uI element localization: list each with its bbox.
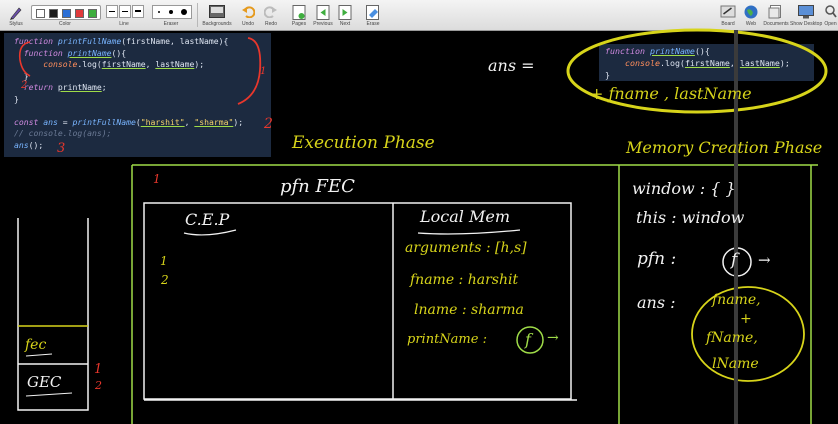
execution-phase-heading: Execution Phase bbox=[292, 133, 435, 153]
localmem-underline bbox=[417, 229, 521, 235]
gec-underline bbox=[25, 392, 73, 397]
gec-pfn: pfn : bbox=[637, 249, 677, 269]
tick-mark-1: 1 bbox=[153, 172, 161, 186]
pfn-f-icon: f bbox=[731, 250, 738, 270]
red-bracket-outer bbox=[237, 37, 262, 105]
ans-value-plus: + bbox=[740, 311, 752, 327]
cep-underline bbox=[183, 229, 237, 236]
gec-this: this : window bbox=[636, 208, 745, 227]
pfn-fec-box bbox=[143, 202, 572, 400]
ans-equals-label: ans = bbox=[488, 56, 535, 75]
code-step-3: 3 bbox=[57, 141, 66, 156]
fec-underline bbox=[25, 353, 53, 357]
printname-arrow-icon: → bbox=[547, 330, 559, 346]
local-printname: printName : bbox=[407, 332, 487, 347]
closure-note: + fname , lastName bbox=[590, 84, 752, 103]
ans-value-line2: fName, bbox=[706, 330, 758, 346]
stack-gec-frame: GEC bbox=[27, 373, 62, 391]
stack-fec-frame: fec bbox=[25, 337, 47, 353]
code-step-2: 2 bbox=[264, 116, 273, 132]
gec-ans: ans : bbox=[637, 293, 676, 312]
local-fname: fname : harshit bbox=[410, 272, 519, 288]
red-bracket-inner bbox=[18, 41, 31, 77]
local-lname: lname : sharma bbox=[414, 302, 524, 318]
cep-label: C.E.P bbox=[185, 210, 230, 229]
memory-creation-heading: Memory Creation Phase bbox=[626, 138, 823, 157]
ans-value-line3: lName bbox=[712, 356, 759, 372]
code-step-1: 1 bbox=[260, 66, 267, 77]
local-arguments: arguments : [h,s] bbox=[405, 240, 527, 256]
stack-order-1: 1 bbox=[94, 362, 103, 377]
stack-order-2: 2 bbox=[95, 379, 102, 392]
code-step-return: 2 bbox=[21, 80, 28, 91]
gec-window: window : { } bbox=[632, 179, 736, 198]
pfn-arrow-icon: → bbox=[758, 251, 771, 269]
local-mem-heading: Local Mem bbox=[420, 207, 510, 226]
cep-step-1: 1 bbox=[160, 254, 168, 268]
ans-value-line1: fname, bbox=[712, 292, 761, 308]
pfn-fec-title: pfn FEC bbox=[280, 176, 355, 197]
printname-f-icon: f bbox=[525, 330, 531, 349]
cep-step-2: 2 bbox=[161, 273, 169, 287]
